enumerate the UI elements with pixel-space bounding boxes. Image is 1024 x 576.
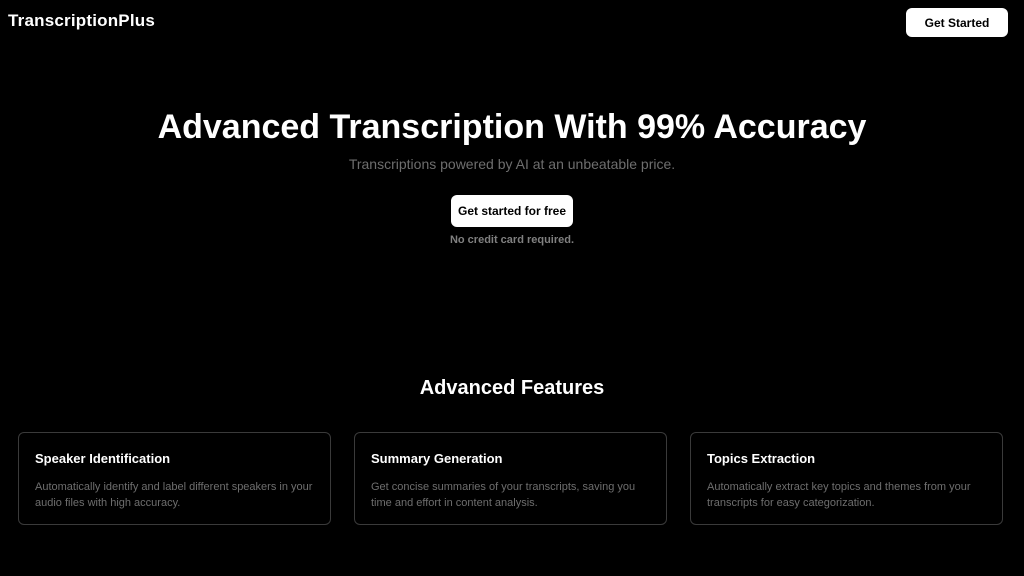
- features-title: Advanced Features: [419, 377, 605, 399]
- feature-card-title: Summary Generation: [371, 451, 503, 466]
- no-credit-card-note: No credit card required.: [449, 234, 575, 246]
- feature-card-description: Automatically extract key topics and the…: [707, 481, 971, 509]
- feature-card-speaker-identification: Speaker Identification Automatically ide…: [18, 432, 331, 525]
- hero-title: Advanced Transcription With 99% Accuracy: [157, 108, 867, 146]
- feature-card-description: Get concise summaries of your transcript…: [371, 481, 636, 509]
- feature-card-title: Speaker Identification: [35, 451, 171, 466]
- feature-card-title: Topics Extraction: [707, 451, 816, 466]
- feature-card-summary-generation: Summary Generation Get concise summaries…: [354, 432, 667, 525]
- brand-logo[interactable]: TranscriptionPlus: [8, 11, 155, 31]
- get-started-free-button[interactable]: Get started for free: [451, 195, 573, 227]
- landing-page: TranscriptionPlus Get Started Advanced T…: [0, 0, 1024, 576]
- feature-card-topics-extraction: Topics Extraction Automatically extract …: [690, 432, 1003, 525]
- feature-card-description: Automatically identify and label differe…: [35, 481, 313, 509]
- get-started-button[interactable]: Get Started: [906, 8, 1008, 37]
- hero-subtitle: Transcriptions powered by AI at an unbea…: [348, 156, 676, 172]
